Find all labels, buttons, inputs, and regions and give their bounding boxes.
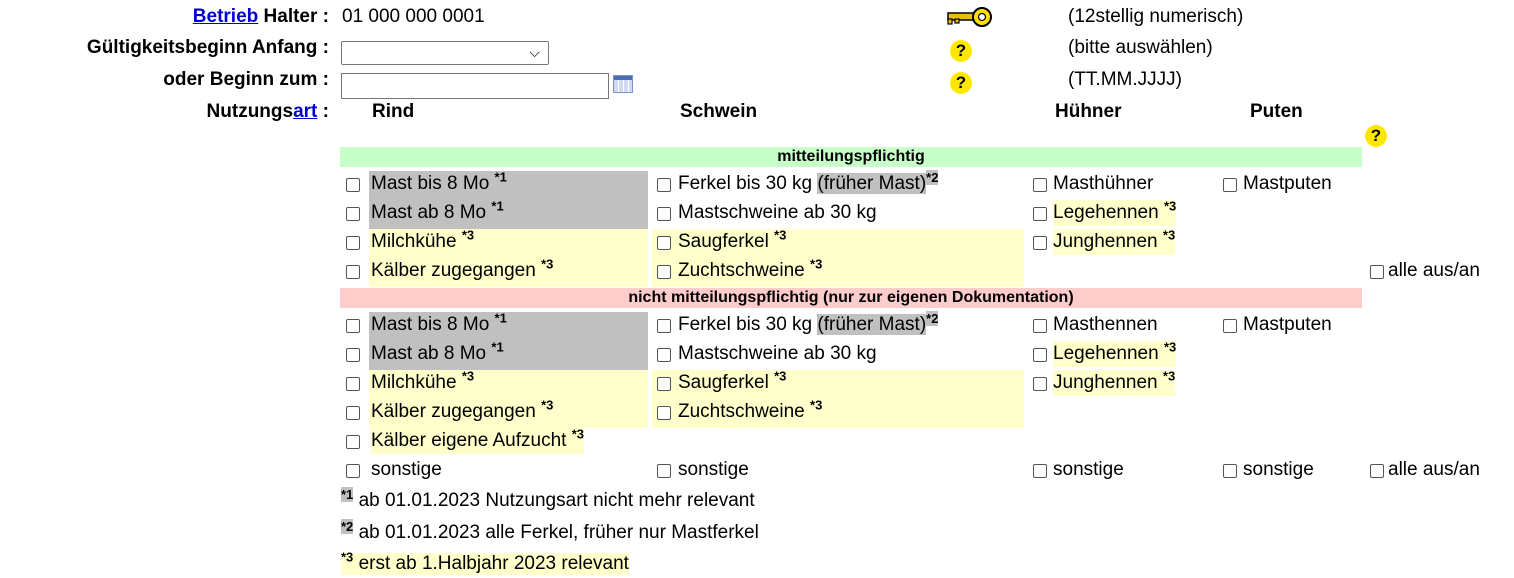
label-huehner-2-1: Legehennen *3 (1053, 341, 1177, 367)
beginn-date-input[interactable] (341, 73, 609, 99)
checkbox-alle-1[interactable] (1370, 265, 1384, 279)
help-icon-nutzungsart[interactable]: ? (1365, 125, 1387, 147)
checkbox-schwein-1-2[interactable] (657, 236, 671, 250)
checkbox-rind-2-0[interactable] (346, 319, 360, 333)
nutzungsart-link[interactable]: art (293, 101, 317, 122)
key-icon (946, 6, 994, 34)
help-icon-gueltig[interactable]: ? (950, 40, 972, 62)
label-puten-2-1: sonstige (1243, 459, 1314, 480)
label-puten-1-0: Mastputen (1243, 173, 1332, 194)
footnote-1: *1 ab 01.01.2023 Nutzungsart nicht mehr … (341, 486, 755, 511)
halter-label: Halter : (263, 6, 329, 27)
checkbox-huehner-1-1[interactable] (1033, 207, 1047, 221)
label-rind-1-3: Kälber zugegangen *3 (371, 256, 554, 281)
checkbox-rind-1-0[interactable] (346, 178, 360, 192)
checkbox-huehner-2-2[interactable] (1033, 377, 1047, 391)
betrieb-link[interactable]: Betrieb (193, 6, 258, 27)
checkbox-schwein-1-0[interactable] (657, 178, 671, 192)
label-rind-2-3: Kälber zugegangen *3 (371, 397, 554, 422)
col-huehner: Hühner (1055, 101, 1122, 122)
checkbox-puten-2-0[interactable] (1223, 319, 1237, 333)
label-rind-1-0: Mast bis 8 Mo *1 (371, 169, 507, 194)
nutzungsart-label: Nutzungsart : (207, 101, 329, 123)
nutzungsart-prefix: Nutzungs (206, 101, 294, 122)
halter-value: 01 000 000 0001 (342, 6, 485, 27)
checkbox-rind-2-1[interactable] (346, 348, 360, 362)
band-mitteilungspflichtig: mitteilungspflichtig (340, 147, 1362, 167)
gueltig-label: Gültigkeitsbeginn Anfang : (86, 37, 329, 58)
label-schwein-2-1: Mastschweine ab 30 kg (678, 343, 877, 364)
checkbox-schwein-2-0[interactable] (657, 319, 671, 333)
label-rind-2-4: Kälber eigene Aufzucht *3 (371, 428, 584, 454)
label-rind-2-1: Mast ab 8 Mo *1 (371, 339, 504, 364)
checkbox-schwein-1-1[interactable] (657, 207, 671, 221)
halter-label-row: Betrieb Halter : (193, 6, 329, 28)
label-schwein-2-2: Saugferkel *3 (678, 368, 787, 393)
beginn-hint: (TT.MM.JJJJ) (1068, 69, 1182, 90)
checkbox-huehner-2-3[interactable] (1033, 464, 1047, 478)
label-puten-2-0: Mastputen (1243, 314, 1332, 335)
checkbox-schwein-2-1[interactable] (657, 348, 671, 362)
label-rind-2-0: Mast bis 8 Mo *1 (371, 310, 507, 335)
label-huehner-2-0: Masthennen (1053, 314, 1158, 335)
beginn-label: oder Beginn zum : (163, 69, 329, 90)
col-schwein: Schwein (680, 101, 758, 122)
label-huehner-2-2: Junghennen *3 (1053, 370, 1176, 396)
chevron-down-icon: ⌵ (529, 44, 540, 60)
checkbox-rind-1-1[interactable] (346, 207, 360, 221)
label-rind-1-1: Mast ab 8 Mo *1 (371, 198, 504, 223)
checkbox-puten-1-0[interactable] (1223, 178, 1237, 192)
checkbox-rind-2-4[interactable] (346, 435, 360, 449)
checkbox-rind-1-2[interactable] (346, 236, 360, 250)
checkbox-huehner-1-2[interactable] (1033, 236, 1047, 250)
checkbox-rind-2-5[interactable] (346, 464, 360, 478)
checkbox-alle-2[interactable] (1370, 464, 1384, 478)
label-schwein-1-0: Ferkel bis 30 kg (früher Mast)*2 (678, 169, 939, 194)
col-puten: Puten (1250, 101, 1303, 122)
label-schwein-2-0: Ferkel bis 30 kg (früher Mast)*2 (678, 310, 939, 335)
label-huehner-1-1: Legehennen *3 (1053, 200, 1177, 226)
checkbox-rind-2-2[interactable] (346, 377, 360, 391)
label-rind-1-2: Milchkühe *3 (371, 227, 475, 252)
nutzungsart-suffix: : (317, 101, 329, 122)
band-nicht-mitteilungspflichtig: nicht mitteilungspflichtig (nur zur eige… (340, 288, 1362, 308)
label-schwein-1-3: Zuchtschweine *3 (678, 256, 823, 281)
checkbox-puten-2-1[interactable] (1223, 464, 1237, 478)
footnote-3: *3 erst ab 1.Halbjahr 2023 relevant (341, 549, 629, 575)
checkbox-huehner-1-0[interactable] (1033, 178, 1047, 192)
label-rind-2-2: Milchkühe *3 (371, 368, 475, 393)
label-huehner-1-0: Masthühner (1053, 173, 1154, 194)
checkbox-huehner-2-1[interactable] (1033, 348, 1047, 362)
calendar-icon[interactable] (613, 75, 633, 93)
label-schwein-1-2: Saugferkel *3 (678, 227, 787, 252)
checkbox-schwein-2-4[interactable] (657, 464, 671, 478)
checkbox-schwein-2-2[interactable] (657, 377, 671, 391)
gueltig-hint: (bitte auswählen) (1068, 37, 1213, 58)
help-icon-beginn[interactable]: ? (950, 72, 972, 94)
halter-hint: (12stellig numerisch) (1068, 6, 1244, 27)
label-rind-2-5: sonstige (371, 459, 442, 480)
gueltig-select[interactable]: ⌵ (341, 41, 549, 65)
label-schwein-2-3: Zuchtschweine *3 (678, 397, 823, 422)
col-rind: Rind (372, 101, 415, 122)
checkbox-rind-2-3[interactable] (346, 406, 360, 420)
label-huehner-1-2: Junghennen *3 (1053, 229, 1176, 255)
checkbox-schwein-2-3[interactable] (657, 406, 671, 420)
checkbox-rind-1-3[interactable] (346, 265, 360, 279)
label-alle-1: alle aus/an (1388, 260, 1480, 281)
checkbox-schwein-1-3[interactable] (657, 265, 671, 279)
label-huehner-2-3: sonstige (1053, 459, 1124, 480)
label-schwein-2-4: sonstige (678, 459, 749, 480)
checkbox-huehner-2-0[interactable] (1033, 319, 1047, 333)
label-alle-2: alle aus/an (1388, 459, 1480, 480)
label-schwein-1-1: Mastschweine ab 30 kg (678, 202, 877, 223)
footnote-2: *2 ab 01.01.2023 alle Ferkel, früher nur… (341, 518, 759, 543)
